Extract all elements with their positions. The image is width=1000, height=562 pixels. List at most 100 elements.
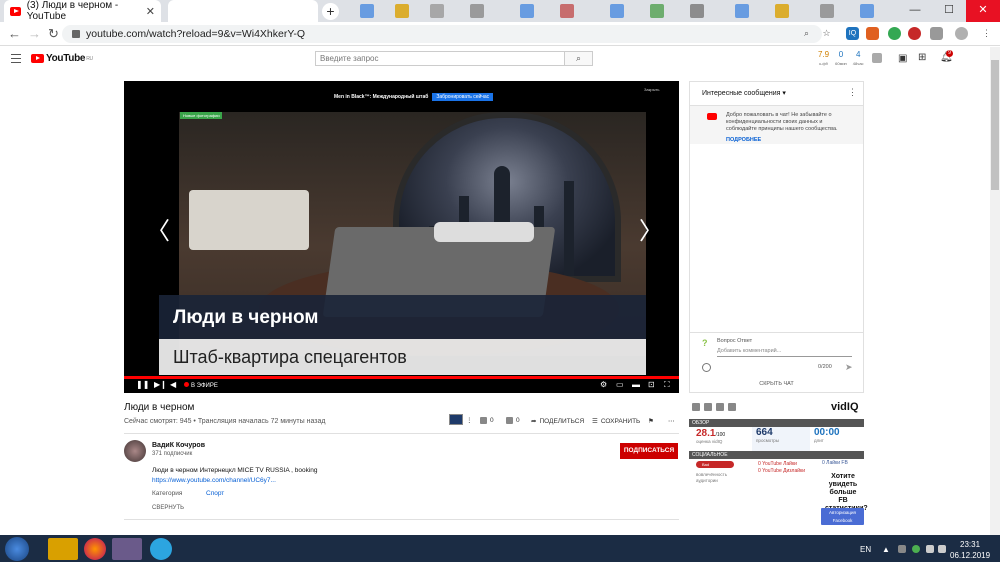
forward-arrow-icon[interactable]: → [28, 26, 41, 41]
chevron-right-icon[interactable]: 〉 [639, 211, 663, 246]
hide-chat-button[interactable]: СКРЫТЬ ЧАТ [690, 381, 863, 387]
bookmark-star-icon[interactable]: ☆ [820, 27, 833, 40]
reload-icon[interactable]: ↻ [48, 26, 59, 42]
profile-avatar[interactable] [955, 27, 968, 40]
collapse-button[interactable]: СВЕРНУТЬ [152, 505, 184, 511]
share-button[interactable]: ➦ ПОДЕЛИТЬСЯ [531, 417, 584, 426]
system-clock[interactable]: 23:31 06.12.2019 [950, 539, 990, 561]
chevron-left-icon[interactable]: 〈 [146, 211, 170, 246]
theater-mode-icon[interactable]: ▬ [632, 380, 640, 389]
tab-close-icon[interactable]: ✕ [146, 5, 155, 18]
learn-more-link[interactable]: ПОДРОБНЕЕ [726, 137, 761, 143]
report-button[interactable]: ⚑ [648, 417, 654, 425]
pinned-app-icon[interactable] [560, 4, 574, 18]
language-indicator[interactable]: EN [860, 545, 871, 554]
live-badge[interactable]: В ЭФИРЕ [184, 382, 218, 389]
description-link[interactable]: https://www.youtube.com/channel/UC6y7... [152, 477, 276, 484]
volume-tray-icon[interactable] [938, 545, 946, 553]
next-icon[interactable]: ▶❙ [154, 380, 167, 389]
search-input[interactable]: Введите запрос [315, 51, 565, 66]
youtube-logo[interactable]: YouTube RU [31, 53, 93, 64]
pinned-app-icon[interactable] [650, 4, 664, 18]
pause-icon[interactable]: ❚❚ [136, 380, 149, 389]
grid-icon[interactable] [692, 403, 700, 411]
cast-icon[interactable]: ⊡ [648, 380, 655, 389]
video-player[interactable]: Men in Black™: Международный штаб Заброни… [124, 81, 679, 393]
pinned-app-icon[interactable] [520, 4, 534, 18]
iq-extension-icon[interactable]: IQ [846, 27, 859, 40]
close-window-button[interactable]: ✕ [966, 0, 1000, 22]
avatar[interactable] [124, 440, 146, 462]
network-icon[interactable] [926, 545, 934, 553]
pinned-app-icon[interactable] [470, 4, 484, 18]
youtube-header: YouTube RU Введите запрос ⌕ 7.9 к-ф9 0 60м… [0, 47, 1000, 71]
pinned-app-icon[interactable] [430, 4, 444, 18]
start-button[interactable] [5, 537, 29, 561]
facebook-icon[interactable] [704, 403, 712, 411]
back-arrow-icon[interactable]: ← [8, 26, 21, 41]
desk-image [189, 190, 309, 250]
pinned-app-icon[interactable] [360, 4, 374, 18]
pinned-app-icon[interactable] [775, 4, 789, 18]
youtube-icon [707, 113, 717, 120]
adblock-extension-icon[interactable] [908, 27, 921, 40]
pinned-app-icon[interactable] [735, 4, 749, 18]
dislike-button[interactable]: 0 [506, 417, 520, 424]
lock-icon [72, 30, 80, 38]
tab-youtube[interactable]: (3) Люди в черном - YouTube ✕ [4, 0, 161, 22]
channel-name[interactable]: ВадиК Кочуров [152, 442, 205, 449]
vidiq-button[interactable]: ⋮ [449, 414, 473, 425]
scrollbar-thumb[interactable] [991, 60, 999, 190]
apps-grid-icon[interactable]: ⊞ [918, 52, 926, 63]
minimize-button[interactable]: — [898, 0, 932, 22]
facebook-auth-button[interactable]: Авторизация Facebook [821, 508, 864, 525]
tray-app-icon[interactable] [912, 545, 920, 553]
miniplayer-icon[interactable]: ▭ [616, 380, 624, 389]
overview-bar[interactable]: ОБЗОР [689, 419, 864, 427]
ad-book-button[interactable]: Забронировать сейчас [432, 93, 494, 101]
category-link[interactable]: Спорт [206, 490, 224, 497]
chat-welcome-message: Добро пожаловать в чат! Не забывайте о к… [726, 112, 838, 132]
new-tab-button[interactable]: + [322, 3, 339, 20]
twitter-icon[interactable] [716, 403, 724, 411]
subscribe-button[interactable]: ПОДПИСАТЬСЯ [620, 443, 678, 459]
app-icon[interactable] [112, 538, 142, 560]
chat-more-icon[interactable]: ⋮ [848, 87, 857, 98]
acrobat-extension-icon[interactable] [866, 27, 879, 40]
fullscreen-icon[interactable]: ⛶ [664, 380, 670, 390]
trend-icon[interactable] [728, 403, 736, 411]
like-button[interactable]: 0 [480, 417, 494, 424]
more-actions-button[interactable]: ⋯ [668, 417, 675, 425]
chat-message-input[interactable]: Добавить комментарий... [717, 348, 852, 357]
search-icon[interactable]: ⌕ [800, 27, 813, 40]
pinned-app-icon[interactable] [860, 4, 874, 18]
vidiq-icon[interactable] [872, 53, 882, 63]
hamburger-menu-icon[interactable] [11, 54, 21, 63]
maximize-button[interactable]: ☐ [932, 0, 966, 22]
pinned-app-icon[interactable] [820, 4, 834, 18]
pinned-app-icon[interactable] [610, 4, 624, 18]
settings-icon[interactable]: ⚙ [600, 380, 607, 389]
dropdown-icon: ▾ [782, 90, 786, 97]
emoji-icon[interactable] [702, 363, 711, 372]
search-button[interactable]: ⌕ [565, 51, 593, 66]
more-menu-icon[interactable]: ⋮ [980, 27, 993, 40]
pinned-app-icon[interactable] [690, 4, 704, 18]
upload-video-icon[interactable]: ▣ [898, 53, 907, 64]
telegram-icon[interactable] [150, 538, 172, 560]
save-button[interactable]: ☰ СОХРАНИТЬ [592, 417, 640, 426]
social-bar[interactable]: СОЦИАЛЬНОЕ [689, 451, 864, 459]
chat-filter-dropdown[interactable]: Интересные сообщения ▾ [702, 89, 786, 97]
explorer-icon[interactable] [48, 538, 78, 560]
tab-blank[interactable] [168, 0, 318, 22]
more-icon[interactable]: ⋮ [466, 416, 473, 424]
tray-up-arrow-icon[interactable]: ▲ [882, 545, 890, 554]
shield-extension-icon[interactable] [930, 27, 943, 40]
send-icon[interactable]: ➤ [845, 362, 853, 373]
firefox-icon[interactable] [84, 538, 106, 560]
address-bar[interactable]: youtube.com/watch?reload=9&v=Wi4XhkerY-Q [62, 25, 822, 43]
tray-app-icon[interactable] [898, 545, 906, 553]
volume-icon[interactable]: ◀︎ [170, 380, 176, 389]
extension-icon[interactable] [888, 27, 901, 40]
pinned-app-icon[interactable] [395, 4, 409, 18]
